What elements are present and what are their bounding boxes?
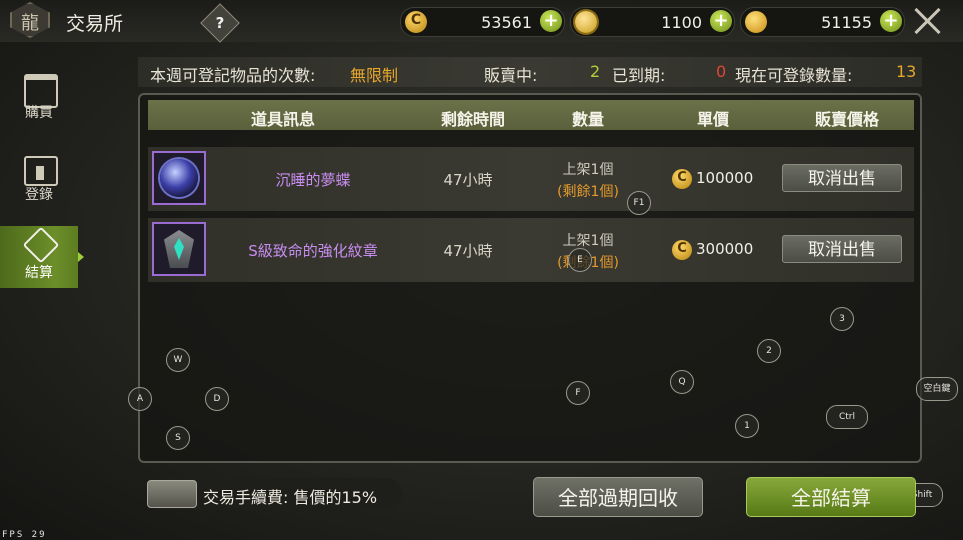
selling-label: 販賣中: [484, 66, 538, 85]
selling-count: 2 [590, 62, 601, 81]
key-hint-d: D [205, 387, 229, 411]
table-header: 道具訊息 剩餘時間 數量 單價 販賣價格 [148, 100, 914, 130]
available-label: 現在可登錄數量: [735, 66, 853, 85]
cart-icon [22, 226, 60, 264]
key-hint-f: F [566, 381, 590, 405]
item-slot[interactable] [152, 151, 206, 205]
question-icon: ? [215, 14, 225, 32]
fee-value: 售價的15% [293, 488, 378, 507]
transaction-fee-info: 交易手續費: 售價的15% [147, 478, 402, 510]
expired-label: 已到期: [612, 66, 666, 85]
key-hint-3: 3 [830, 307, 854, 331]
col-item-info: 道具訊息 [250, 110, 315, 129]
fps-counter: FPS 29 [2, 530, 47, 540]
item-unit-price: 300000 [696, 240, 754, 258]
table-row: S級致命的強化紋章 47小時 上架1個 (剩餘1個) 300000 取消出售 [148, 218, 914, 282]
currency-coin: 51155 + [740, 7, 905, 37]
nav-item-settle[interactable]: 結算 [0, 226, 84, 288]
fee-scroll-icon [147, 480, 197, 508]
key-hint-space: 空白鍵 [916, 377, 958, 401]
diamond-icon [575, 11, 597, 33]
reclaim-all-expired-button[interactable]: 全部過期回收 [533, 477, 703, 517]
key-hint-q: Q [670, 370, 694, 394]
nav-item-label: 結算 [25, 265, 53, 281]
key-hint-a: A [128, 387, 152, 411]
weekly-limit-value: 無限制 [350, 66, 399, 85]
item-name: S級致命的強化紋章 [248, 242, 378, 260]
add-coin-button[interactable]: + [880, 10, 902, 32]
gold-coin-icon [405, 11, 427, 33]
key-hint-w: W [166, 348, 190, 372]
item-remaining-time: 47小時 [443, 171, 493, 189]
currency-diamond-value: 1100 [661, 13, 702, 32]
table-row: 沉睡的夢蝶 47小時 上架1個 (剩餘1個) 100000 取消出售 [148, 147, 914, 211]
settle-all-button[interactable]: 全部結算 [746, 477, 916, 517]
key-hint-ctrl: Ctrl [826, 405, 868, 429]
col-sell-price: 販賣價格 [814, 110, 879, 129]
listing-stats-bar: 本週可登記物品的次數: 無限制 販賣中: 2 已到期: 0 現在可登錄數量: 1… [138, 57, 922, 87]
nav-item-label: 登錄 [25, 187, 53, 203]
item-name: 沉睡的夢蝶 [275, 171, 351, 189]
item-qty-listed: 上架1個 [562, 233, 614, 249]
coin-icon [745, 11, 767, 33]
currency-gold-value: 53561 [481, 13, 532, 32]
item-slot[interactable] [152, 222, 206, 276]
fee-label: 交易手續費: [203, 488, 289, 507]
weekly-limit-label: 本週可登記物品的次數: [150, 66, 316, 85]
nav-item-buy[interactable]: 購買 [0, 70, 78, 130]
col-unit-price: 單價 [696, 110, 729, 129]
cancel-sale-button[interactable]: 取消出售 [782, 164, 902, 192]
cancel-sale-button[interactable]: 取消出售 [782, 235, 902, 263]
gold-coin-icon [672, 240, 692, 260]
key-hint-1: 1 [735, 414, 759, 438]
currency-gold: 53561 + [400, 7, 565, 37]
nav-item-register[interactable]: 登錄 [0, 152, 78, 212]
key-hint-s: S [166, 426, 190, 450]
currency-coin-value: 51155 [821, 13, 872, 32]
nav-item-label: 購買 [25, 105, 53, 121]
key-hint-e: E [568, 248, 592, 272]
key-hint-2: 2 [757, 339, 781, 363]
col-quantity: 數量 [571, 110, 604, 129]
item-unit-price: 100000 [696, 169, 754, 187]
dream-butterfly-orb-icon [160, 159, 198, 197]
close-icon[interactable] [912, 6, 942, 36]
item-remaining-time: 47小時 [443, 242, 493, 260]
page-title: 交易所 [66, 13, 124, 35]
item-qty-listed: 上架1個 [562, 162, 614, 178]
building-icon [24, 156, 58, 186]
gold-coin-icon [672, 169, 692, 189]
add-diamond-button[interactable]: + [710, 10, 732, 32]
add-gold-button[interactable]: + [540, 10, 562, 32]
expired-count: 0 [716, 62, 727, 81]
key-hint-f1: F1 [627, 191, 651, 215]
enhancement-emblem-icon [164, 230, 194, 268]
currency-diamond: 1100 + [570, 7, 735, 37]
available-count: 13 [896, 62, 917, 81]
col-remaining-time: 剩餘時間 [440, 110, 505, 129]
